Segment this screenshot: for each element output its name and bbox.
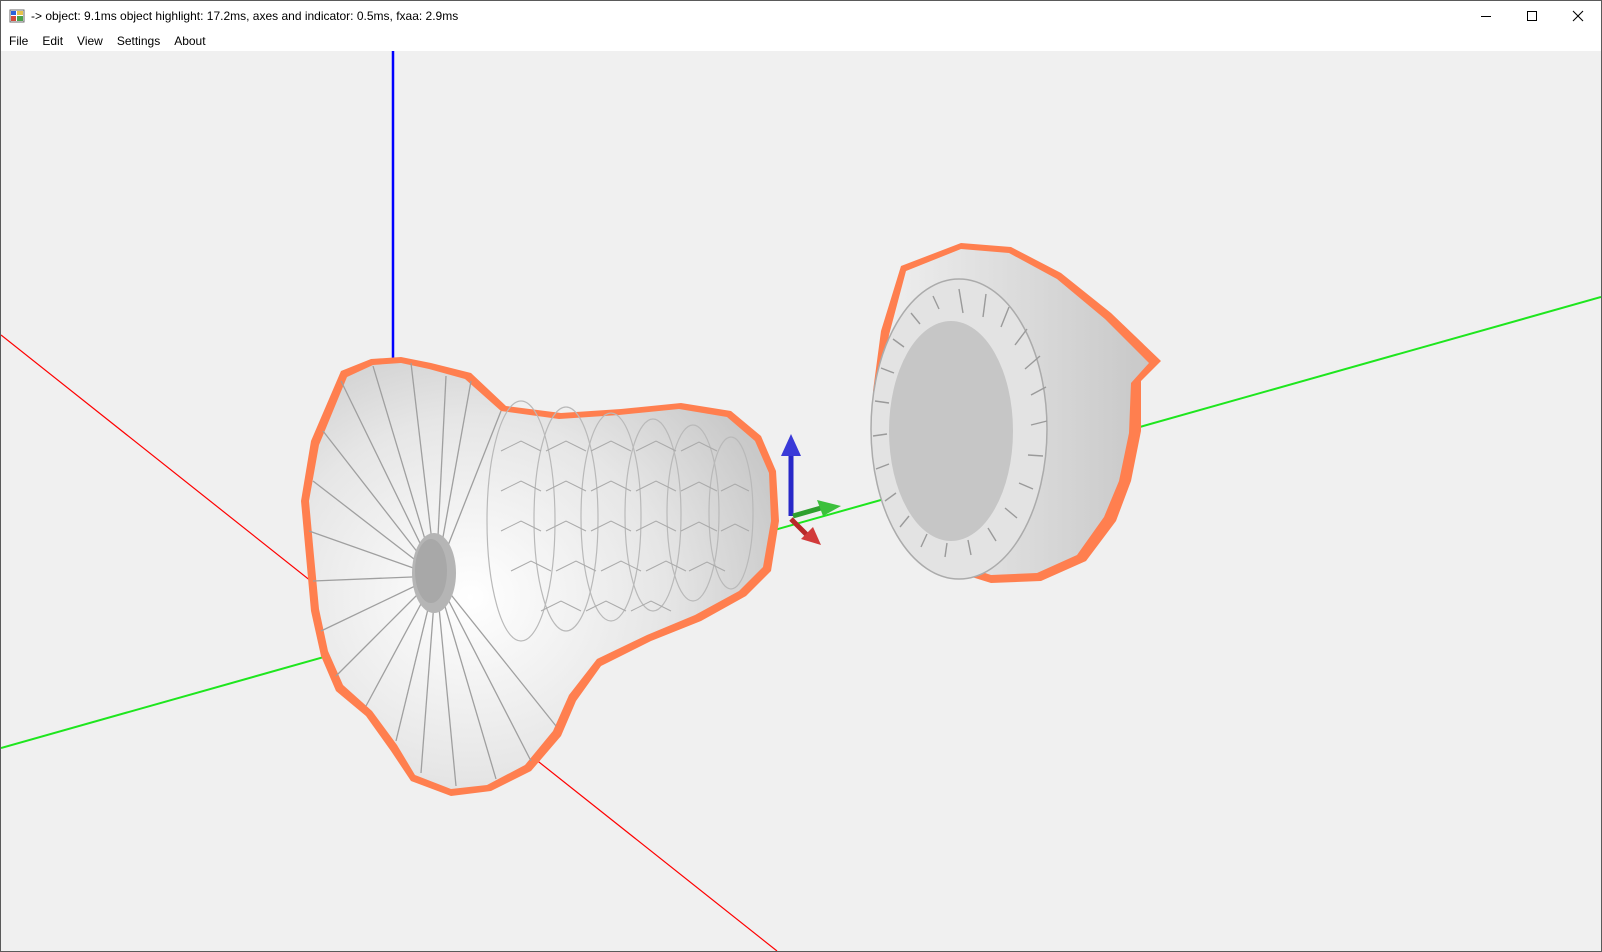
gizmo-z-arrow-icon — [781, 434, 801, 456]
maximize-button[interactable] — [1509, 1, 1555, 31]
casing-inner-disc — [889, 321, 1013, 541]
orientation-indicator — [781, 434, 841, 545]
gizmo-y-shaft — [792, 505, 822, 519]
close-icon — [1572, 10, 1584, 22]
maximize-icon — [1527, 11, 1537, 21]
turbine-casing[interactable] — [870, 243, 1161, 583]
menu-file[interactable]: File — [1, 31, 35, 51]
turbine-rotor[interactable] — [301, 357, 779, 796]
menu-about[interactable]: About — [167, 31, 212, 51]
minimize-button[interactable] — [1463, 1, 1509, 31]
window-controls — [1463, 1, 1601, 31]
rotor-hub-face — [415, 539, 447, 603]
menu-edit[interactable]: Edit — [35, 31, 70, 51]
y-axis-line — [1, 296, 1601, 749]
menu-view[interactable]: View — [70, 31, 110, 51]
title-bar[interactable]: -> object: 9.1ms object highlight: 17.2m… — [1, 1, 1601, 31]
scene-canvas[interactable] — [1, 51, 1601, 951]
menu-bar: File Edit View Settings About — [1, 31, 1601, 51]
close-button[interactable] — [1555, 1, 1601, 31]
3d-viewport[interactable] — [1, 51, 1601, 951]
world-axes — [1, 51, 1601, 951]
window-title: -> object: 9.1ms object highlight: 17.2m… — [31, 9, 459, 23]
app-window: -> object: 9.1ms object highlight: 17.2m… — [0, 0, 1602, 952]
app-window-icon — [9, 9, 25, 23]
minimize-icon — [1481, 16, 1491, 17]
menu-settings[interactable]: Settings — [110, 31, 167, 51]
